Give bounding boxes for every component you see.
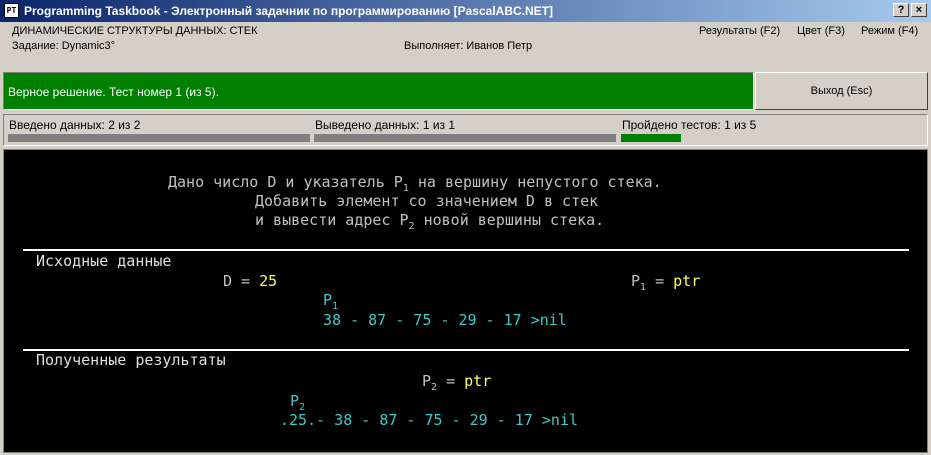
d-value-line: D = 25 <box>223 272 278 290</box>
task-line-3: и вывести адрес P2 новой вершины стека. <box>255 211 605 232</box>
input-heading: Исходные данные <box>36 252 172 270</box>
tests-progress-fill <box>621 134 681 142</box>
exit-button[interactable]: Выход (Esc) <box>755 72 928 110</box>
input-stack: 38 - 87 - 75 - 29 - 17 >nil <box>323 311 567 329</box>
results-menu[interactable]: Результаты (F2) <box>699 25 780 37</box>
result-stack: .25.- 38 - 87 - 75 - 29 - 17 >nil <box>280 411 579 429</box>
input-progress-track <box>8 134 310 142</box>
p2-pointer-label: P2 <box>290 392 306 413</box>
close-button[interactable]: × <box>911 3 927 17</box>
status-message: Верное решение. Тест номер 1 (из 5). <box>8 85 219 99</box>
p1-pointer-label: P1 <box>323 291 339 312</box>
p2-value-line: P2 = ptr <box>422 372 492 393</box>
task-console: Дано число D и указатель P1 на вершину н… <box>3 149 928 453</box>
task-line-1: Дано число D и указатель P1 на вершину н… <box>168 173 662 194</box>
task-line-2: Добавить элемент со значением D в стек <box>255 192 599 210</box>
input-progress-label: Введено данных: 2 из 2 <box>9 118 141 132</box>
p1-value-line: P1 = ptr <box>631 272 701 293</box>
app-icon: PT <box>4 3 19 18</box>
mode-menu[interactable]: Режим (F4) <box>861 25 918 37</box>
results-heading: Полученные результаты <box>36 351 226 369</box>
task-header: ДИНАМИЧЕСКИЕ СТРУКТУРЫ ДАННЫХ: СТЕК Зада… <box>0 22 931 68</box>
progress-area: Введено данных: 2 из 2 Выведено данных: … <box>3 114 928 146</box>
help-button[interactable]: ? <box>893 3 909 17</box>
color-menu[interactable]: Цвет (F3) <box>797 25 845 37</box>
tests-progress-label: Пройдено тестов: 1 из 5 <box>622 118 757 132</box>
window-title: Programming Taskbook - Электронный задач… <box>24 4 553 18</box>
status-panel: Верное решение. Тест номер 1 (из 5). <box>3 72 754 110</box>
topic-title: ДИНАМИЧЕСКИЕ СТРУКТУРЫ ДАННЫХ: СТЕК <box>12 25 258 37</box>
performer-name: Выполняет: Иванов Петр <box>404 40 533 52</box>
divider-top <box>23 249 909 251</box>
title-bar: PT Programming Taskbook - Электронный за… <box>0 0 931 22</box>
task-name: Задание: Dynamic3° <box>12 40 116 52</box>
output-progress-label: Выведено данных: 1 из 1 <box>315 118 456 132</box>
output-progress-track <box>314 134 616 142</box>
